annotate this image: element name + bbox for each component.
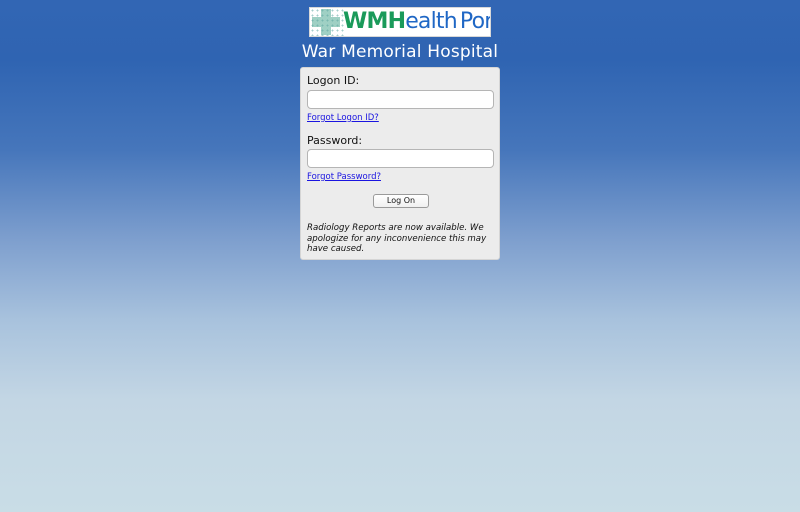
login-panel: Logon ID: Forgot Logon ID? Password: For…: [300, 67, 500, 260]
radiology-notice: Radiology Reports are now available. We …: [307, 223, 487, 254]
forgot-password-link[interactable]: Forgot Password?: [307, 172, 381, 182]
logo-wordmark: WMHealthPortal: [343, 9, 491, 34]
wmhealth-portal-logo: WMHealthPortal: [309, 7, 491, 37]
logon-id-input[interactable]: [307, 90, 494, 109]
hospital-name-heading: War Memorial Hospital: [301, 42, 499, 62]
forgot-logon-id-link[interactable]: Forgot Logon ID?: [307, 113, 379, 123]
hospital-seal-icon: [310, 8, 344, 36]
log-on-button[interactable]: Log On: [373, 194, 429, 208]
logon-id-label: Logon ID:: [307, 74, 360, 87]
password-label: Password:: [307, 134, 363, 147]
password-input[interactable]: [307, 149, 494, 168]
